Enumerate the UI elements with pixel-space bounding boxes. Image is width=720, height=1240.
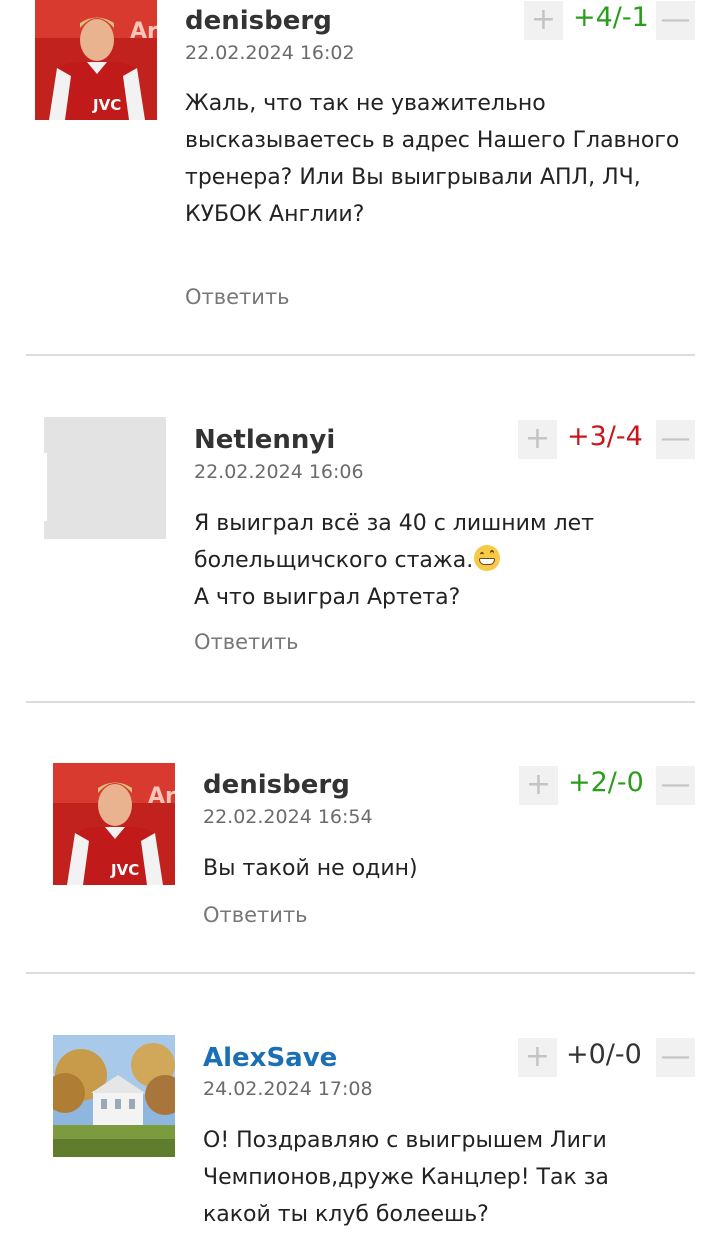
plus-icon: + <box>524 1039 551 1074</box>
avatar-image: Ar JVC <box>53 763 175 885</box>
comment-score: +0/-0 <box>566 1039 642 1070</box>
comment-paragraph: О! Поздравляю с выигрышем Лиги Чемпионов… <box>203 1128 609 1227</box>
comment: Netlennyi 22.02.2024 16:06 + +3/-4 — Я в… <box>0 357 720 702</box>
comment-paragraph: Вы такой не один) <box>203 856 418 881</box>
comment-author[interactable]: denisberg <box>203 770 350 800</box>
comment-date: 24.02.2024 17:08 <box>203 1078 373 1100</box>
divider <box>26 354 695 356</box>
svg-text:JVC: JVC <box>110 861 139 879</box>
downvote-button[interactable]: — <box>656 1038 695 1077</box>
downvote-button[interactable]: — <box>656 766 695 805</box>
comment-score: +4/-1 <box>573 2 649 33</box>
avatar-image: Ar JVC <box>35 0 157 120</box>
minus-icon: — <box>660 767 691 802</box>
avatar-image <box>53 1035 175 1157</box>
svg-text:JVC: JVC <box>92 96 121 114</box>
downvote-button[interactable]: — <box>656 1 695 40</box>
svg-text:Ar: Ar <box>130 19 157 44</box>
downvote-button[interactable]: — <box>656 420 695 459</box>
comment-paragraph: Я выиграл всё за 40 с лишним лет болельщ… <box>194 505 664 579</box>
svg-text:Ar: Ar <box>148 784 175 809</box>
minus-icon: — <box>660 421 691 456</box>
comment-paragraph: А что выиграл Артета? <box>194 585 461 610</box>
comment-text: О! Поздравляю с выигрышем Лиги Чемпионов… <box>203 1122 673 1233</box>
grin-emoji-icon <box>474 545 501 571</box>
comment-date: 22.02.2024 16:02 <box>185 42 355 64</box>
reply-button[interactable]: Ответить <box>203 903 308 927</box>
reply-button[interactable]: Ответить <box>194 630 299 654</box>
plus-icon: + <box>525 767 552 802</box>
upvote-button[interactable]: + <box>524 1 563 40</box>
reply-button[interactable]: Ответить <box>185 285 290 309</box>
comment-paragraph-text: Я выиграл всё за 40 с лишним лет болельщ… <box>194 511 594 573</box>
upvote-button[interactable]: + <box>518 1038 557 1077</box>
comment: Ar JVC denisberg 22.02.2024 16:02 + +4/-… <box>0 0 720 356</box>
comment-date: 22.02.2024 16:06 <box>194 461 364 483</box>
avatar-placeholder <box>44 417 166 539</box>
avatar[interactable] <box>44 417 166 539</box>
comment-score: +2/-0 <box>568 767 644 798</box>
avatar[interactable] <box>53 1035 175 1157</box>
comment-text: Жаль, что так не уважительно высказывает… <box>185 85 680 233</box>
comment-date: 22.02.2024 16:54 <box>203 806 373 828</box>
upvote-button[interactable]: + <box>519 766 558 805</box>
comment: Ar JVC denisberg 22.02.2024 16:54 + +2/-… <box>0 703 720 973</box>
comment-paragraph: Жаль, что так не уважительно высказывает… <box>185 91 680 227</box>
comment-text: Я выиграл всё за 40 с лишним лет болельщ… <box>194 505 664 616</box>
comment-author[interactable]: Netlennyi <box>194 425 335 455</box>
plus-icon: + <box>524 421 551 456</box>
plus-icon: + <box>530 2 557 37</box>
upvote-button[interactable]: + <box>518 420 557 459</box>
comment-text: Вы такой не один) <box>203 850 673 887</box>
avatar[interactable]: Ar JVC <box>53 763 175 885</box>
comment: AlexSave 24.02.2024 17:08 + +0/-0 — О! П… <box>0 974 720 1240</box>
minus-icon: — <box>660 1039 691 1074</box>
comment-score: +3/-4 <box>567 421 643 452</box>
comment-author[interactable]: AlexSave <box>203 1043 337 1073</box>
comment-author[interactable]: denisberg <box>185 6 332 36</box>
minus-icon: — <box>660 2 691 37</box>
avatar[interactable]: Ar JVC <box>35 0 157 120</box>
